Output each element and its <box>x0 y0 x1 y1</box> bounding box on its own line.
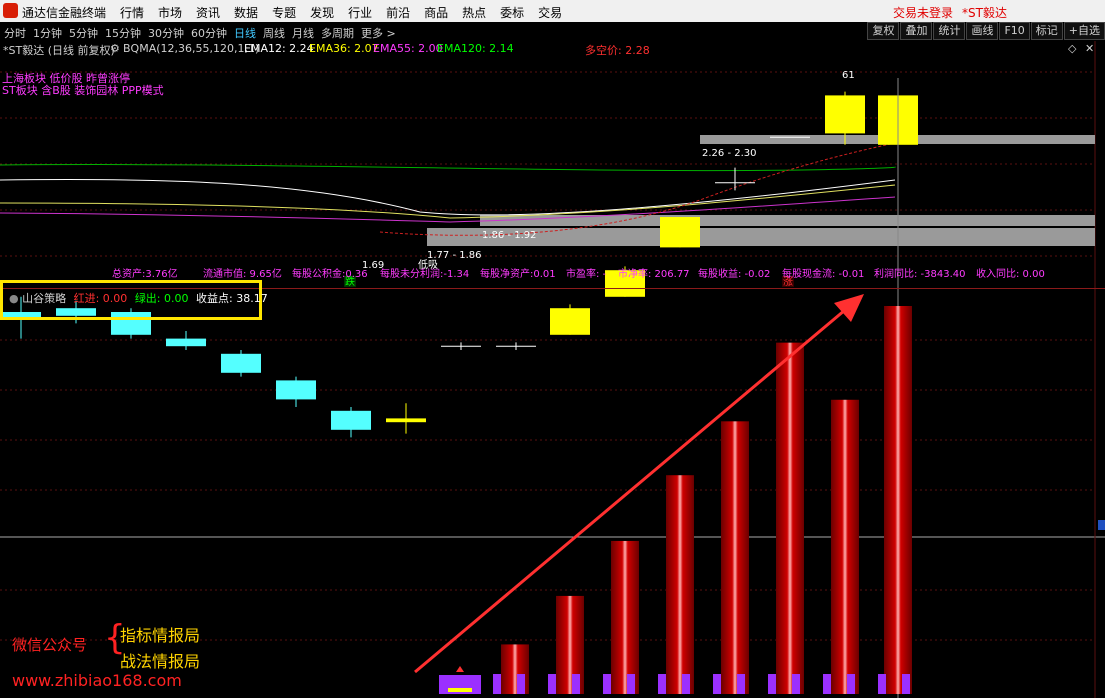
green-out-value: 绿出: 0.00 <box>134 292 189 305</box>
sub-indicator-header: ● 山谷策略 红进: 0.00 绿出: 0.00 收益点: 38.17 <box>0 280 268 320</box>
candle-body-6 <box>331 410 371 430</box>
red-bar-5 <box>776 342 804 694</box>
red-bar-7 <box>884 306 912 694</box>
fund-net-assets: 每股净资产:0.01 <box>480 269 556 280</box>
red-bar-3 <box>666 475 694 694</box>
purple-mark-right-2 <box>627 674 635 694</box>
fund-float-cap: 流通市值: 9.65亿 <box>203 269 282 280</box>
candle-body-3 <box>166 338 206 347</box>
indicator-name[interactable]: 山谷策略 <box>22 292 66 305</box>
purple-mark-inner-0 <box>448 688 472 692</box>
profit-value: 收益点: 38.17 <box>196 292 268 305</box>
ema120-line <box>0 164 896 172</box>
red-bar-4 <box>721 421 749 694</box>
fund-cashflow: 每股现金流: -0.01 <box>782 269 865 280</box>
fundamentals-row: 总资产:3.76亿 流通市值: 9.65亿 每股公积金:0.36 每股未分利润:… <box>0 265 1105 280</box>
purple-mark-8 <box>878 674 886 694</box>
trend-arrow-head <box>834 294 864 322</box>
watermark-wechat: 微信公众号 <box>12 636 88 654</box>
candle-body-15 <box>825 95 865 134</box>
ema36-line <box>0 184 896 219</box>
candle-body-10 <box>550 308 590 335</box>
candle-body-12 <box>660 217 700 248</box>
watermark-site: www.zhibiao168.com <box>12 671 182 690</box>
watermark-line2: 战法情报局 <box>120 652 201 671</box>
purple-mark-5 <box>713 674 721 694</box>
purple-mark-arrow-0 <box>456 666 464 672</box>
fund-pb: 市净率: 206.77 <box>618 269 690 280</box>
candle-body-7 <box>386 418 426 423</box>
purple-mark-right-5 <box>792 674 800 694</box>
zone-mid-label: 1.86 - 1.92 <box>482 230 537 241</box>
red-bar-2 <box>611 540 639 694</box>
zone-top-label: 2.26 - 2.30 <box>702 148 757 159</box>
purple-mark-6 <box>768 674 776 694</box>
purple-mark-right-1 <box>572 674 580 694</box>
fund-profit-yoy: 利润同比: -3843.40 <box>874 269 966 280</box>
watermark-line1: 指标情报局 <box>120 626 201 645</box>
purple-mark-7 <box>823 674 831 694</box>
purple-mark-4 <box>658 674 666 694</box>
axis-marker <box>1098 520 1105 530</box>
fund-reserve: 每股公积金:0.36 <box>292 269 368 280</box>
fund-revenue-yoy: 收入同比: 0.00 <box>976 269 1045 280</box>
kline-chart[interactable]: 2.26 - 2.301.86 - 1.921.77 - 1.861.69 低吸6… <box>0 0 1105 698</box>
fund-total-assets: 总资产:3.76亿 <box>112 269 178 280</box>
indicator-dot-icon: ● <box>9 292 19 305</box>
fund-undistributed: 每股未分利润:-1.34 <box>380 269 470 280</box>
purple-mark-1 <box>493 674 501 694</box>
purple-mark-right-3 <box>682 674 690 694</box>
fund-eps: 每股收益: -0.02 <box>698 269 771 280</box>
purple-mark-right-4 <box>737 674 745 694</box>
purple-mark-2 <box>548 674 556 694</box>
red-in-value: 红进: 0.00 <box>73 292 128 305</box>
fund-pe: 市盈率: - <box>566 269 607 280</box>
candle-body-5 <box>276 380 316 400</box>
purple-mark-3 <box>603 674 611 694</box>
purple-mark-right-7 <box>902 674 910 694</box>
candle-body-4 <box>221 353 261 373</box>
red-bar-6 <box>831 399 859 694</box>
purple-mark-right-0 <box>517 674 525 694</box>
high-price-label: 61 <box>842 70 855 81</box>
purple-mark-right-6 <box>847 674 855 694</box>
